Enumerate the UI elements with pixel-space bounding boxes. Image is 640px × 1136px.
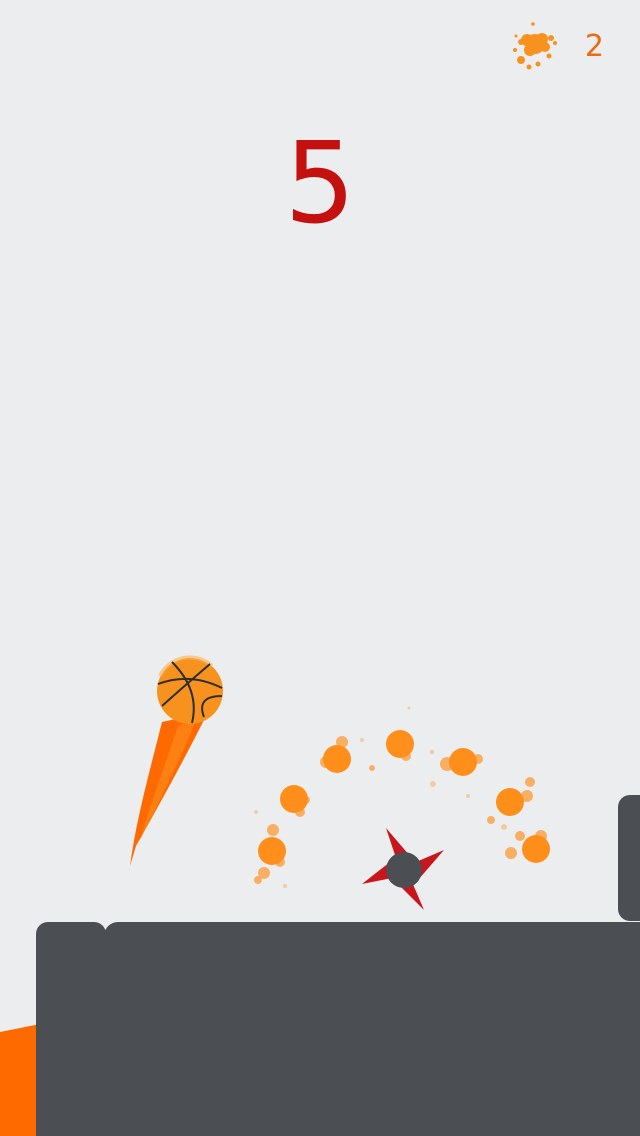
red-shuriken-icon: [362, 828, 444, 910]
basketball-icon[interactable]: [157, 655, 223, 724]
right-ledge: [618, 795, 640, 921]
ball-trail: [130, 712, 208, 866]
game-screen[interactable]: 2 5: [0, 0, 640, 1136]
game-scene: [0, 655, 640, 1136]
